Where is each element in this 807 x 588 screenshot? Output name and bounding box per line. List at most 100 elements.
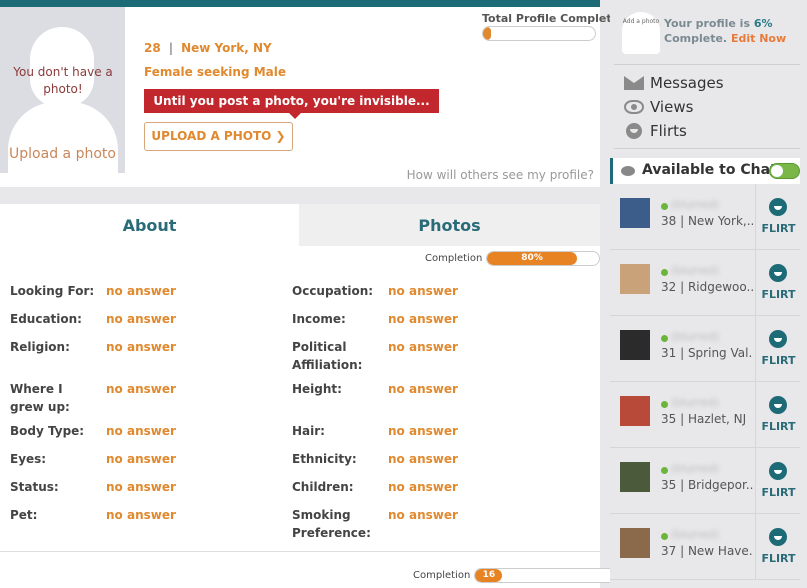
chat-user-row[interactable]: (blurred) 35 | Bridgepor... FLIRT bbox=[610, 448, 800, 514]
field-value[interactable]: no answer bbox=[388, 310, 458, 328]
chat-availability-header: Available to Chat bbox=[610, 158, 800, 184]
about-content: Completion 80% Looking For: no answer Educ… bbox=[0, 246, 601, 552]
user-name[interactable]: (blurred) bbox=[671, 528, 719, 541]
flirt-label: FLIRT bbox=[761, 354, 796, 367]
flirt-button[interactable]: FLIRT bbox=[755, 250, 800, 316]
chat-user-row[interactable]: (blurred) 37 | New Have... FLIRT bbox=[610, 514, 800, 580]
field-value[interactable]: no answer bbox=[106, 506, 176, 524]
field-label: Occupation: bbox=[292, 284, 374, 298]
online-status-icon bbox=[661, 269, 668, 276]
nav-flirts[interactable]: Flirts bbox=[624, 122, 687, 140]
user-name[interactable]: (blurred) bbox=[671, 264, 719, 277]
user-avatar[interactable] bbox=[620, 528, 650, 558]
profile-header: You don't have a photo! Upload a photo 2… bbox=[0, 7, 631, 187]
online-status-icon bbox=[661, 401, 668, 408]
field-value[interactable]: no answer bbox=[106, 380, 176, 398]
separator: | bbox=[168, 41, 174, 55]
field-value[interactable]: no answer bbox=[106, 450, 176, 468]
about-completion: Completion 80% bbox=[425, 251, 601, 266]
field-label: Smoking Preference: bbox=[292, 508, 371, 540]
field-value[interactable]: no answer bbox=[106, 478, 176, 496]
field-value[interactable]: no answer bbox=[388, 282, 458, 300]
field-label: Looking For: bbox=[10, 284, 95, 298]
sidebar-avatar[interactable]: Add a photo bbox=[622, 12, 660, 54]
eye-icon bbox=[624, 100, 644, 114]
profile-is-text: Your profile is bbox=[664, 17, 750, 30]
field-label: Religion: bbox=[10, 340, 70, 354]
online-status-icon bbox=[661, 335, 668, 342]
field-value[interactable]: no answer bbox=[388, 450, 458, 468]
flirt-button[interactable]: FLIRT bbox=[755, 184, 800, 250]
smiley-icon bbox=[769, 462, 787, 480]
add-photo-text: Add a photo bbox=[622, 18, 660, 25]
chat-user-row[interactable]: (blurred) 32 | Ridgewoo... FLIRT bbox=[610, 250, 800, 316]
user-name[interactable]: (blurred) bbox=[671, 396, 719, 409]
flirt-button[interactable]: FLIRT bbox=[755, 448, 800, 514]
field-value[interactable]: no answer bbox=[106, 422, 176, 440]
flirt-label: FLIRT bbox=[761, 222, 796, 235]
complete-text: Complete. bbox=[664, 32, 728, 45]
field-value[interactable]: no answer bbox=[106, 338, 176, 356]
tab-photos[interactable]: Photos bbox=[299, 204, 600, 246]
field-label: Hair: bbox=[292, 424, 325, 438]
field-value[interactable]: no answer bbox=[388, 338, 458, 356]
age: 28 bbox=[144, 41, 161, 55]
chat-user-row[interactable]: (blurred) 31 | Spring Val... FLIRT bbox=[610, 316, 800, 382]
user-avatar[interactable] bbox=[620, 330, 650, 360]
no-photo-text: You don't have a photo! bbox=[13, 65, 113, 96]
nav-label: Flirts bbox=[650, 122, 687, 140]
smiley-icon bbox=[626, 123, 642, 139]
field-label: Height: bbox=[292, 382, 342, 396]
user-age-location: 38 | New York,... bbox=[661, 214, 753, 228]
user-name[interactable]: (blurred) bbox=[671, 330, 719, 343]
user-avatar[interactable] bbox=[620, 264, 650, 294]
flirt-button[interactable]: FLIRT bbox=[755, 514, 800, 580]
field-value[interactable]: no answer bbox=[388, 380, 458, 398]
user-name[interactable]: (blurred) bbox=[671, 462, 719, 475]
top-accent-bar bbox=[0, 0, 600, 7]
user-avatar[interactable] bbox=[620, 396, 650, 426]
profile-tabs: About Photos bbox=[0, 204, 600, 248]
completion-bar: 80% bbox=[486, 251, 601, 266]
nav-views[interactable]: Views bbox=[624, 98, 693, 116]
flirt-label: FLIRT bbox=[761, 486, 796, 499]
completion-label: Completion bbox=[425, 253, 483, 264]
nav-label: Views bbox=[650, 98, 694, 116]
chat-availability-toggle[interactable] bbox=[769, 163, 800, 179]
tab-about[interactable]: About bbox=[0, 204, 299, 246]
field-value[interactable]: no answer bbox=[388, 422, 458, 440]
chat-user-row[interactable]: (blurred) 38 | New York,... FLIRT bbox=[610, 184, 800, 250]
user-name[interactable]: (blurred) bbox=[671, 198, 719, 211]
flirt-label: FLIRT bbox=[761, 552, 796, 565]
field-value[interactable]: no answer bbox=[106, 310, 176, 328]
flirt-button[interactable]: FLIRT bbox=[755, 382, 800, 448]
nav-messages[interactable]: Messages bbox=[624, 74, 724, 92]
field-label: Education: bbox=[10, 312, 82, 326]
field-value[interactable]: no answer bbox=[388, 506, 458, 524]
edit-now-link[interactable]: Edit Now bbox=[731, 32, 786, 45]
user-avatar[interactable] bbox=[620, 462, 650, 492]
age-location: 28 | New York, NY bbox=[144, 41, 272, 55]
upload-photo-link[interactable]: Upload a photo bbox=[0, 146, 125, 162]
flirt-label: FLIRT bbox=[761, 288, 796, 301]
location: New York, NY bbox=[181, 41, 272, 55]
flirt-button[interactable]: FLIRT bbox=[755, 316, 800, 382]
footer-completion-area: Completion 16 bbox=[0, 552, 647, 588]
profile-photo-placeholder[interactable]: You don't have a photo! Upload a photo bbox=[0, 7, 125, 173]
total-completion-fill bbox=[483, 27, 491, 40]
field-label: Eyes: bbox=[10, 452, 47, 466]
preview-profile-link[interactable]: How will others see my profile? bbox=[407, 168, 594, 182]
chat-title: Available to Chat bbox=[642, 162, 777, 178]
user-avatar[interactable] bbox=[620, 198, 650, 228]
completion-fill: 80% bbox=[487, 252, 577, 265]
chat-user-row[interactable]: (blurred) 35 | Hazlet, NJ FLIRT bbox=[610, 382, 800, 448]
completion-fill: 16 bbox=[475, 569, 503, 582]
total-completion-label: Total Profile Completion bbox=[482, 12, 631, 25]
silhouette-body bbox=[8, 102, 118, 173]
field-value[interactable]: no answer bbox=[388, 478, 458, 496]
invisible-warning-banner: Until you post a photo, you're invisible… bbox=[144, 89, 439, 119]
smiley-icon bbox=[769, 396, 787, 414]
field-value[interactable]: no answer bbox=[106, 282, 176, 300]
upload-photo-button[interactable]: UPLOAD A PHOTO ❯ bbox=[144, 122, 293, 151]
smiley-icon bbox=[769, 264, 787, 282]
